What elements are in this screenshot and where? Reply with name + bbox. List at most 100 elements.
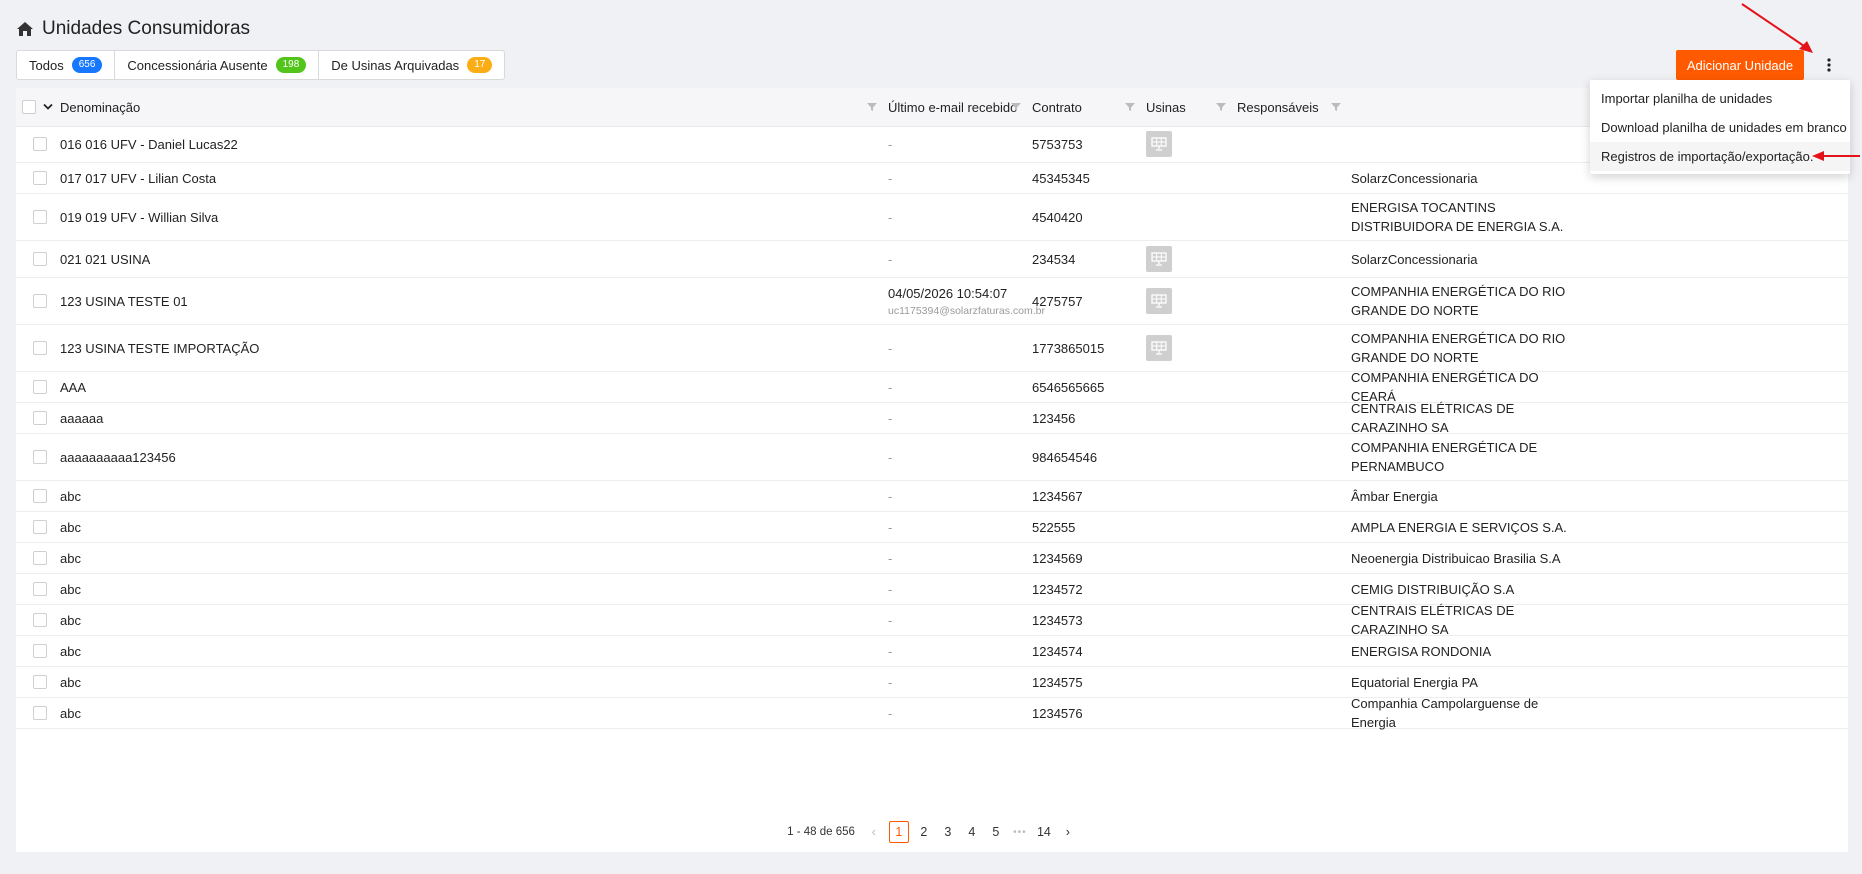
unit-name: 016 016 UFV - Daniel Lucas22 bbox=[60, 136, 238, 152]
last-email-date: - bbox=[888, 674, 893, 690]
row-checkbox[interactable] bbox=[33, 706, 47, 720]
table-row[interactable]: 123 USINA TESTE 01 04/05/2026 10:54:07 uc1… bbox=[16, 278, 1848, 325]
column-header-contrato[interactable]: Contrato bbox=[1032, 88, 1082, 126]
last-email-date: - bbox=[888, 170, 893, 186]
tab-concessionaria-ausente[interactable]: Concessionária Ausente 198 bbox=[114, 50, 320, 80]
usinas-cell bbox=[1146, 278, 1172, 324]
table-row[interactable]: abc - 1234569 Neoenergia Distribuicao Brasi… bbox=[16, 543, 1848, 574]
concessionaria-name: CENTRAIS ELÉTRICAS DE CARAZINHO SA bbox=[1351, 401, 1515, 435]
row-checkbox[interactable] bbox=[33, 675, 47, 689]
unit-name: aaaaaa bbox=[60, 410, 104, 426]
last-email-date: - bbox=[888, 488, 893, 504]
row-checkbox[interactable] bbox=[33, 520, 47, 534]
last-email-cell: - bbox=[888, 403, 892, 433]
table-row[interactable]: abc - 1234576 Companhia Campolarguense de E… bbox=[16, 696, 1848, 730]
unit-name: abc bbox=[60, 705, 81, 721]
last-email-cell: - bbox=[888, 605, 892, 635]
chevron-down-icon[interactable] bbox=[43, 103, 53, 111]
home-icon bbox=[17, 22, 33, 36]
last-email-cell: - bbox=[888, 126, 892, 162]
menu-item-download-blank-spreadsheet[interactable]: Download planilha de unidades em branco bbox=[1590, 113, 1850, 142]
more-pages-ellipsis[interactable]: ••• bbox=[1011, 822, 1029, 842]
last-email-cell: - bbox=[888, 434, 892, 480]
page-1-button[interactable]: 1 bbox=[888, 821, 909, 843]
row-checkbox[interactable] bbox=[33, 210, 47, 224]
prev-page-icon[interactable]: ‹ bbox=[865, 822, 883, 842]
row-checkbox[interactable] bbox=[33, 380, 47, 394]
table-row[interactable]: 019 019 UFV - Willian Silva - 4540420 ENERG… bbox=[16, 194, 1848, 241]
solar-panel-icon[interactable] bbox=[1146, 131, 1172, 157]
column-header-denominacao[interactable]: Denominação bbox=[60, 88, 140, 126]
row-checkbox[interactable] bbox=[33, 613, 47, 627]
last-email-cell: - bbox=[888, 372, 892, 402]
solar-panel-icon[interactable] bbox=[1146, 335, 1172, 361]
row-checkbox[interactable] bbox=[33, 171, 47, 185]
last-email-cell: - bbox=[888, 325, 892, 371]
row-checkbox[interactable] bbox=[33, 489, 47, 503]
row-checkbox[interactable] bbox=[33, 450, 47, 464]
last-email-cell: - bbox=[888, 667, 892, 697]
row-checkbox[interactable] bbox=[33, 252, 47, 266]
row-checkbox[interactable] bbox=[33, 582, 47, 596]
tab-label: De Usinas Arquivadas bbox=[331, 57, 460, 73]
page-header: Unidades Consumidoras bbox=[16, 16, 250, 42]
pagination-summary: 1 - 48 de 656 bbox=[787, 826, 855, 838]
page-5-button[interactable]: 5 bbox=[987, 822, 1005, 842]
next-page-icon[interactable]: › bbox=[1059, 822, 1077, 842]
filter-icon[interactable] bbox=[866, 101, 878, 113]
page-title: Unidades Consumidoras bbox=[42, 18, 251, 39]
column-header-ultimo-email[interactable]: Último e-mail recebido bbox=[888, 88, 1017, 126]
page-2-button[interactable]: 2 bbox=[915, 822, 933, 842]
concessionaria-name: ENERGISA TOCANTINS DISTRIBUIDORA DE ENER… bbox=[1351, 200, 1564, 234]
contract-number: 6546565665 bbox=[1032, 379, 1105, 395]
unit-name: 017 017 UFV - Lilian Costa bbox=[60, 170, 217, 186]
table-row[interactable]: 017 017 UFV - Lilian Costa - 45345345 Solar… bbox=[16, 163, 1848, 194]
last-email-date: - bbox=[888, 136, 893, 152]
concessionaria-name: Equatorial Energia PA bbox=[1351, 674, 1478, 690]
page-3-button[interactable]: 3 bbox=[939, 822, 957, 842]
table-row[interactable]: abc - 1234573 CENTRAIS ELÉTRICAS DE CARAZIN… bbox=[16, 603, 1848, 637]
filter-icon[interactable] bbox=[1215, 101, 1227, 113]
column-header-responsaveis[interactable]: Responsáveis bbox=[1237, 88, 1319, 126]
solar-panel-icon[interactable] bbox=[1146, 288, 1172, 314]
contract-number: 1234576 bbox=[1032, 705, 1083, 721]
count-badge: 17 bbox=[467, 57, 493, 73]
contract-number: 123456 bbox=[1032, 410, 1076, 426]
table-row[interactable]: 016 016 UFV - Daniel Lucas22 - 5753753 bbox=[16, 126, 1848, 163]
filter-icon[interactable] bbox=[1010, 101, 1022, 113]
page-4-button[interactable]: 4 bbox=[963, 822, 981, 842]
contract-number: 1234574 bbox=[1032, 643, 1083, 659]
row-checkbox[interactable] bbox=[33, 551, 47, 565]
unit-name: abc bbox=[60, 519, 81, 535]
row-checkbox[interactable] bbox=[33, 341, 47, 355]
concessionaria-name: COMPANHIA ENERGÉTICA DO RIO GRANDE DO NO… bbox=[1351, 284, 1566, 318]
menu-item-import-spreadsheet[interactable]: Importar planilha de unidades bbox=[1590, 84, 1850, 113]
tab-todos[interactable]: Todos 656 bbox=[16, 50, 116, 80]
last-email-cell: - bbox=[888, 512, 892, 542]
solar-panel-icon[interactable] bbox=[1146, 246, 1172, 272]
unit-name: 019 019 UFV - Willian Silva bbox=[60, 209, 219, 225]
table-row[interactable]: aaaaaa - 123456 CENTRAIS ELÉTRICAS DE CARAZ… bbox=[16, 401, 1848, 435]
filter-icon[interactable] bbox=[1330, 101, 1342, 113]
last-email-cell: - bbox=[888, 194, 892, 240]
table-row[interactable]: abc - 1234574 ENERGISA RONDONIA bbox=[16, 636, 1848, 667]
table-row[interactable]: 021 021 USINA - 234534 SolarzConcessionaria bbox=[16, 241, 1848, 278]
filter-icon[interactable] bbox=[1124, 101, 1136, 113]
row-checkbox[interactable] bbox=[33, 137, 47, 151]
concessionaria-name: SolarzConcessionaria bbox=[1351, 251, 1478, 267]
column-header-usinas[interactable]: Usinas bbox=[1146, 88, 1186, 126]
select-all-checkbox[interactable] bbox=[22, 100, 36, 114]
table-row[interactable]: 123 USINA TESTE IMPORTAÇÃO - 1773865015 COM… bbox=[16, 325, 1848, 372]
table-row[interactable]: aaaaaaaaaa123456 - 984654546 COMPANHIA ENER… bbox=[16, 434, 1848, 481]
concessionaria-name: Companhia Campolarguense de Energia bbox=[1351, 696, 1539, 730]
table-row[interactable]: abc - 1234567 Âmbar Energia bbox=[16, 481, 1848, 512]
row-checkbox[interactable] bbox=[33, 411, 47, 425]
last-email-date: - bbox=[888, 251, 893, 267]
row-checkbox[interactable] bbox=[33, 644, 47, 658]
tab-usinas-arquivadas[interactable]: De Usinas Arquivadas 17 bbox=[318, 50, 506, 80]
unit-name: 123 USINA TESTE IMPORTAÇÃO bbox=[60, 340, 260, 356]
concessionaria-name: ENERGISA RONDONIA bbox=[1351, 643, 1492, 659]
table-row[interactable]: abc - 522555 AMPLA ENERGIA E SERVIÇOS S.A. bbox=[16, 512, 1848, 543]
page-last-button[interactable]: 14 bbox=[1035, 822, 1053, 842]
row-checkbox[interactable] bbox=[33, 294, 47, 308]
